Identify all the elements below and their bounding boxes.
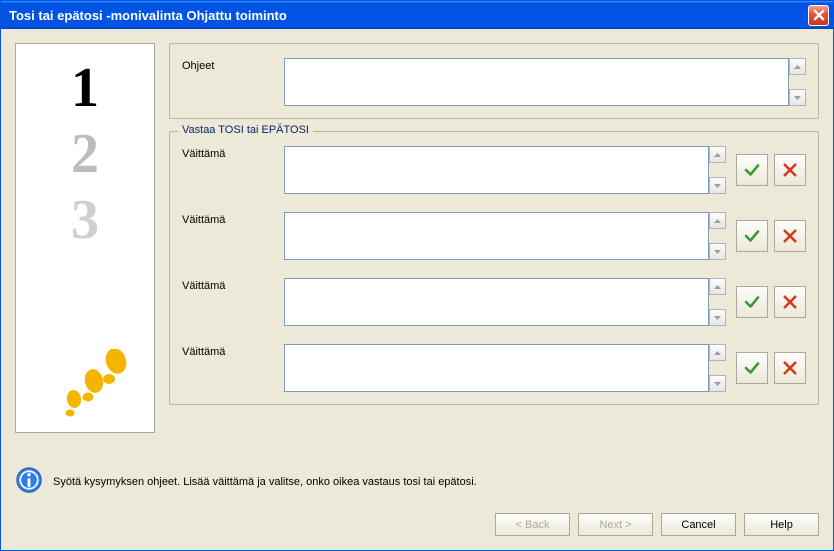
instructions-label: Ohjeet (182, 58, 274, 72)
cross-icon (781, 227, 799, 245)
step-3-digit: 3 (71, 192, 99, 248)
claims-group: Vastaa TOSI tai EPÄTOSI Väittämä (169, 131, 819, 405)
close-icon (813, 9, 825, 21)
instructions-row: Ohjeet (182, 58, 806, 106)
instructions-scroll-up[interactable] (789, 58, 806, 75)
check-icon (743, 161, 761, 179)
mark-false-button[interactable] (774, 286, 806, 318)
claim-row: Väittämä (182, 212, 806, 260)
step-2-digit: 2 (71, 126, 99, 182)
cross-icon (781, 359, 799, 377)
back-button[interactable]: < Back (495, 513, 570, 536)
info-bar: Syötä kysymyksen ohjeet. Lisää väittämä … (1, 460, 833, 501)
claim-textarea[interactable] (284, 146, 709, 194)
claims-legend: Vastaa TOSI tai EPÄTOSI (178, 124, 313, 136)
claim-row: Väittämä (182, 146, 806, 194)
mark-true-button[interactable] (736, 220, 768, 252)
cancel-button[interactable]: Cancel (661, 513, 736, 536)
content-area: 1 2 3 Ohjeet (1, 29, 833, 460)
titlebar: Tosi tai epätosi -monivalinta Ohjattu to… (1, 1, 833, 29)
close-button[interactable] (808, 5, 829, 26)
help-button[interactable]: Help (744, 513, 819, 536)
check-icon (743, 359, 761, 377)
claim-scroll-up[interactable] (709, 344, 726, 361)
window-frame: Tosi tai epätosi -monivalinta Ohjattu to… (0, 0, 834, 551)
claim-row: Väittämä (182, 344, 806, 392)
next-button[interactable]: Next > (578, 513, 653, 536)
cross-icon (781, 161, 799, 179)
mark-false-button[interactable] (774, 352, 806, 384)
mark-true-button[interactable] (736, 286, 768, 318)
claim-scroll-down[interactable] (709, 375, 726, 392)
step-1-digit: 1 (71, 60, 99, 116)
mark-true-button[interactable] (736, 154, 768, 186)
mark-true-button[interactable] (736, 352, 768, 384)
cross-icon (781, 293, 799, 311)
claim-scroll-up[interactable] (709, 146, 726, 163)
claim-scroll-down[interactable] (709, 243, 726, 260)
claim-label: Väittämä (182, 278, 274, 292)
claim-textarea[interactable] (284, 344, 709, 392)
claim-textarea[interactable] (284, 212, 709, 260)
mark-false-button[interactable] (774, 154, 806, 186)
check-icon (743, 293, 761, 311)
claim-label: Väittämä (182, 344, 274, 358)
window-title: Tosi tai epätosi -monivalinta Ohjattu to… (9, 8, 287, 23)
instructions-textarea[interactable] (284, 58, 789, 106)
main-panel: Ohjeet Vastaa TOSI tai EPÄTOSI Väittämä (169, 43, 819, 450)
wizard-step-panel: 1 2 3 (15, 43, 155, 433)
mark-false-button[interactable] (774, 220, 806, 252)
footer-buttons: < Back Next > Cancel Help (1, 501, 833, 550)
instructions-scroll-down[interactable] (789, 89, 806, 106)
info-text: Syötä kysymyksen ohjeet. Lisää väittämä … (53, 476, 477, 488)
footprints-icon (54, 349, 134, 424)
instructions-group: Ohjeet (169, 43, 819, 119)
claim-label: Väittämä (182, 146, 274, 160)
claim-row: Väittämä (182, 278, 806, 326)
claim-scroll-up[interactable] (709, 278, 726, 295)
claim-textarea[interactable] (284, 278, 709, 326)
claim-scroll-down[interactable] (709, 309, 726, 326)
claim-label: Väittämä (182, 212, 274, 226)
info-icon (15, 466, 43, 497)
check-icon (743, 227, 761, 245)
claim-scroll-down[interactable] (709, 177, 726, 194)
claim-scroll-up[interactable] (709, 212, 726, 229)
